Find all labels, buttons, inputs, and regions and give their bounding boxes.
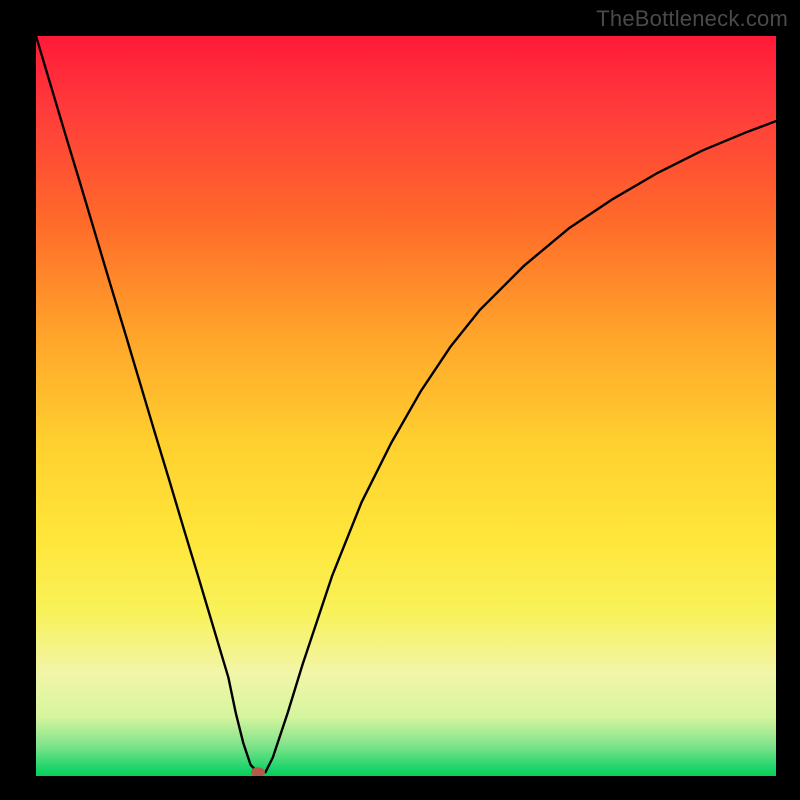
bottleneck-curve (36, 36, 776, 776)
watermark-text: TheBottleneck.com (596, 6, 788, 32)
chart-plot-area (36, 36, 776, 776)
curve-path (36, 36, 776, 772)
chart-frame: TheBottleneck.com (0, 0, 800, 800)
